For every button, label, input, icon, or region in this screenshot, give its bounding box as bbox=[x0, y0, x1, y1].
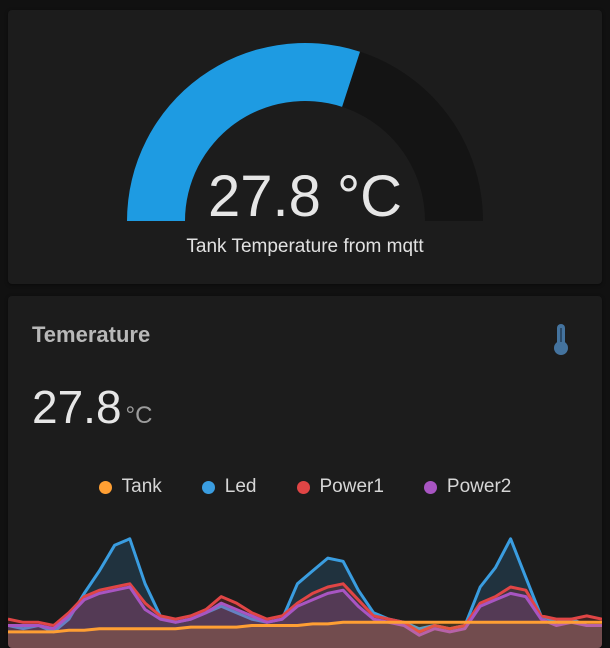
legend-dot-power2 bbox=[423, 480, 437, 494]
history-chart[interactable] bbox=[8, 526, 602, 648]
chart-legend: Tank Led Power1 Power2 bbox=[8, 476, 602, 498]
gauge-name: Tank Temperature from mqtt bbox=[186, 236, 424, 257]
legend-dot-tank bbox=[98, 480, 112, 494]
legend-label-power2: Power2 bbox=[446, 476, 512, 497]
sensor-title: Temerature bbox=[32, 322, 151, 347]
legend-item-power1[interactable]: Power1 bbox=[296, 476, 384, 498]
sensor-value: 27.8 °C bbox=[32, 384, 152, 430]
gauge-card[interactable]: 27.8 °C Tank Temperature from mqtt bbox=[8, 10, 602, 284]
legend-dot-led bbox=[201, 480, 215, 494]
legend-item-led[interactable]: Led bbox=[201, 476, 257, 498]
legend-label-tank: Tank bbox=[121, 476, 162, 497]
sensor-unit: °C bbox=[125, 402, 153, 429]
gauge-value: 27.8 °C bbox=[207, 164, 403, 229]
sensor-card[interactable]: Temerature 27.8 °C Tank Led Power1 Power2 bbox=[8, 296, 602, 648]
legend-item-power2[interactable]: Power2 bbox=[423, 476, 512, 498]
legend-label-led: Led bbox=[224, 476, 257, 497]
legend-item-tank[interactable]: Tank bbox=[98, 476, 162, 498]
thermometer-icon bbox=[550, 322, 572, 361]
sensor-value-number: 27.8 bbox=[32, 381, 122, 433]
legend-dot-power1 bbox=[296, 480, 310, 494]
legend-label-power1: Power1 bbox=[319, 476, 384, 497]
